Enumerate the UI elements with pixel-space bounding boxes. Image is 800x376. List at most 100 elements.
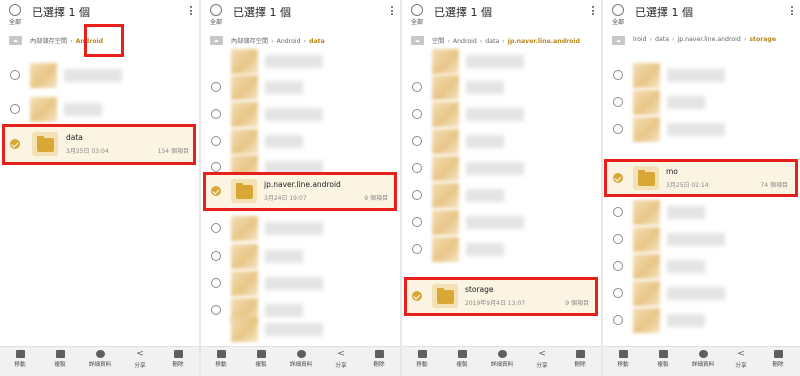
- breadcrumb-item[interactable]: lroid: [633, 36, 647, 43]
- storage-home-icon[interactable]: [210, 35, 223, 45]
- select-all-checkbox[interactable]: [612, 4, 624, 16]
- breadcrumb-item[interactable]: 內部儲存空間: [30, 38, 67, 45]
- item-radio[interactable]: [613, 207, 623, 217]
- breadcrumb-item[interactable]: 空間: [432, 38, 444, 45]
- move-icon: [417, 350, 427, 358]
- panel-3: 全部 已選擇 1 個 空間 › Android › data › jp.naver.line…: [402, 0, 601, 376]
- storage-home-icon[interactable]: [612, 35, 625, 45]
- item-radio[interactable]: [613, 234, 623, 244]
- storage-home-icon[interactable]: [9, 35, 22, 45]
- more-vert-icon[interactable]: [791, 6, 794, 17]
- copy-button[interactable]: 複製: [444, 350, 480, 368]
- list-item[interactable]: [0, 60, 199, 91]
- details-button[interactable]: 詳細資料: [283, 350, 319, 368]
- delete-button[interactable]: 刪除: [562, 350, 598, 368]
- item-radio[interactable]: [10, 104, 20, 114]
- item-radio[interactable]: [613, 315, 623, 325]
- more-vert-icon[interactable]: [391, 6, 394, 17]
- share-icon: <: [737, 349, 745, 359]
- selection-toolbar: 全部 已選擇 1 個: [0, 0, 199, 27]
- list-item[interactable]: [603, 114, 800, 145]
- delete-button[interactable]: 刪除: [760, 350, 796, 368]
- details-button[interactable]: 詳細資料: [82, 350, 118, 368]
- delete-button[interactable]: 刪除: [361, 350, 397, 368]
- select-all-checkbox[interactable]: [411, 4, 423, 16]
- selection-toolbar: 全部 已選擇 1 個: [402, 0, 601, 27]
- list-item[interactable]: [0, 94, 199, 125]
- action-bar: 移動 複製 詳細資料 < 分享 刪除: [603, 346, 800, 376]
- item-radio[interactable]: [412, 109, 422, 119]
- breadcrumb-item[interactable]: Android: [453, 38, 477, 45]
- share-button[interactable]: < 分享: [723, 349, 759, 370]
- share-button[interactable]: < 分享: [524, 350, 560, 370]
- move-button[interactable]: 移動: [203, 350, 239, 368]
- delete-icon: [374, 350, 384, 358]
- storage-home-icon[interactable]: [411, 35, 424, 45]
- details-button[interactable]: 詳細資料: [484, 350, 520, 368]
- selection-title: 已選擇 1 個: [32, 6, 90, 19]
- breadcrumb-item[interactable]: 內部儲存空間: [231, 38, 268, 45]
- delete-icon: [773, 350, 783, 358]
- item-radio[interactable]: [10, 70, 20, 80]
- move-button[interactable]: 移動: [605, 350, 641, 368]
- selection-title: 已選擇 1 個: [434, 6, 492, 19]
- share-icon: <: [136, 349, 144, 359]
- move-button[interactable]: 移動: [404, 350, 440, 368]
- move-icon: [216, 350, 226, 358]
- share-button[interactable]: < 分享: [122, 349, 158, 370]
- item-radio[interactable]: [211, 109, 221, 119]
- selection-title: 已選擇 1 個: [233, 6, 291, 19]
- info-icon: [698, 350, 708, 358]
- item-radio[interactable]: [412, 163, 422, 173]
- select-all-checkbox[interactable]: [210, 4, 222, 16]
- more-vert-icon[interactable]: [190, 6, 193, 17]
- item-radio[interactable]: [613, 70, 623, 80]
- list-item[interactable]: [603, 305, 800, 336]
- move-button[interactable]: 移動: [2, 350, 38, 368]
- more-vert-icon[interactable]: [592, 6, 595, 17]
- details-button[interactable]: 詳細資料: [685, 350, 721, 368]
- highlight-box: [2, 124, 196, 165]
- select-all-checkbox[interactable]: [9, 4, 21, 16]
- share-button[interactable]: < 分享: [323, 350, 359, 370]
- item-radio[interactable]: [613, 288, 623, 298]
- copy-button[interactable]: 複製: [645, 350, 681, 368]
- select-all-label: 全部: [411, 19, 424, 26]
- item-radio[interactable]: [412, 190, 422, 200]
- action-bar: 移動 複製 詳細資料 < 分享 刪除: [402, 346, 601, 376]
- breadcrumb-current[interactable]: data: [309, 38, 325, 45]
- breadcrumb-item[interactable]: data: [655, 36, 669, 43]
- item-radio[interactable]: [211, 82, 221, 92]
- panel-4: 全部 已選擇 1 個 lroid › data › jp.naver.line.andr…: [603, 0, 800, 376]
- delete-button[interactable]: 刪除: [160, 350, 196, 368]
- select-all-label: 全部: [612, 19, 625, 26]
- item-radio[interactable]: [211, 251, 221, 261]
- breadcrumb-item[interactable]: Android: [277, 38, 301, 45]
- item-radio[interactable]: [613, 97, 623, 107]
- item-radio[interactable]: [412, 217, 422, 227]
- item-radio[interactable]: [613, 261, 623, 271]
- copy-button[interactable]: 複製: [243, 350, 279, 368]
- list-item[interactable]: [201, 314, 400, 345]
- breadcrumb-item[interactable]: jp.naver.line.android: [677, 36, 740, 43]
- item-radio[interactable]: [211, 136, 221, 146]
- list-item[interactable]: [201, 213, 400, 244]
- item-radio[interactable]: [412, 82, 422, 92]
- delete-icon: [575, 350, 585, 358]
- breadcrumb-current[interactable]: storage: [749, 36, 776, 43]
- list-item[interactable]: [402, 234, 601, 265]
- select-all-label: 全部: [9, 19, 22, 26]
- item-radio[interactable]: [412, 136, 422, 146]
- select-all-label: 全部: [210, 19, 223, 26]
- item-radio[interactable]: [613, 124, 623, 134]
- copy-button[interactable]: 複製: [42, 350, 78, 368]
- copy-icon: [457, 350, 467, 358]
- item-radio[interactable]: [412, 244, 422, 254]
- breadcrumb-item[interactable]: data: [485, 38, 499, 45]
- info-icon: [296, 350, 306, 358]
- item-radio[interactable]: [211, 162, 221, 172]
- item-radio[interactable]: [211, 223, 221, 233]
- copy-icon: [658, 350, 668, 358]
- item-radio[interactable]: [211, 278, 221, 288]
- breadcrumb-current[interactable]: jp.naver.line.android: [508, 38, 580, 45]
